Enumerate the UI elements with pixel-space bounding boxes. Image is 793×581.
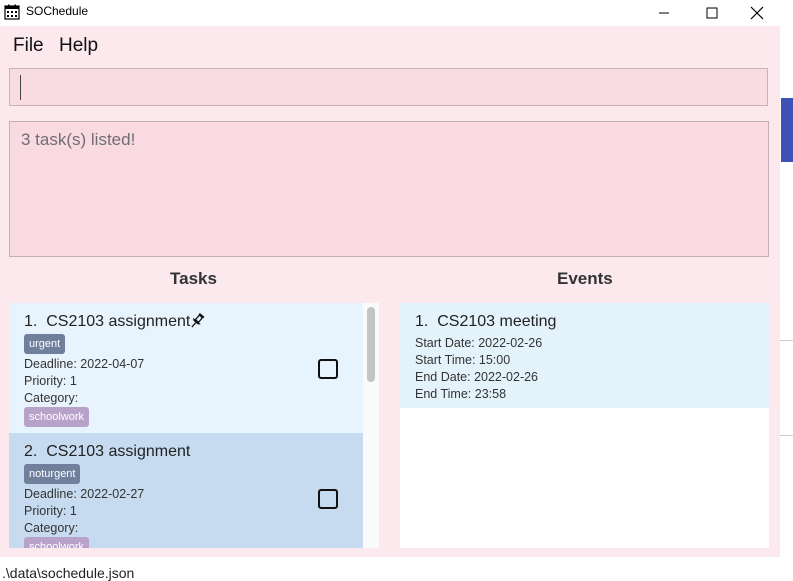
task-priority: Priority: 1	[24, 374, 77, 388]
close-icon	[750, 6, 764, 20]
divider	[780, 435, 793, 436]
event-index: 1.	[415, 313, 429, 330]
background-accent	[781, 98, 793, 162]
command-input[interactable]	[9, 68, 768, 106]
event-start-time: Start Time: 15:00	[415, 353, 511, 367]
task-complete-checkbox[interactable]	[318, 359, 338, 379]
result-text: 3 task(s) listed!	[21, 130, 136, 149]
event-name: CS2103 meeting	[437, 313, 557, 330]
task-category-label: Category:	[24, 521, 79, 535]
event-card[interactable]: 1. CS2103 meeting Start Date: 2022-02-26…	[400, 303, 769, 408]
task-deadline: Deadline: 2022-04-07	[24, 357, 145, 371]
window-title: SOChedule	[26, 4, 89, 18]
maximize-button[interactable]	[689, 0, 735, 26]
task-card[interactable]: 2. CS2103 assignment noturgent Deadline:…	[9, 433, 363, 548]
storage-path: .\data\sochedule.json	[2, 565, 135, 581]
text-caret	[20, 75, 21, 100]
category-tag: schoolwork	[24, 537, 90, 548]
task-category-label: Category:	[24, 391, 79, 405]
menu-file[interactable]: File	[13, 35, 44, 57]
divider	[780, 340, 793, 341]
task-priority: Priority: 1	[24, 504, 77, 518]
close-button[interactable]	[734, 0, 780, 26]
events-panel-title: Events	[557, 269, 613, 288]
minimize-icon	[659, 12, 669, 14]
task-card[interactable]: 1. CS2103 assignment urgent Deadline: 20…	[9, 303, 363, 433]
event-title: 1. CS2103 meeting	[415, 313, 556, 331]
scrollbar-thumb[interactable]	[367, 307, 375, 382]
calendar-icon	[4, 4, 20, 20]
minimize-button[interactable]	[641, 0, 687, 26]
task-complete-checkbox[interactable]	[318, 489, 338, 509]
event-start-date: Start Date: 2022-02-26	[415, 336, 543, 350]
task-name: CS2103 assignment	[46, 313, 191, 330]
task-index: 2.	[24, 443, 38, 460]
task-deadline: Deadline: 2022-02-27	[24, 487, 145, 501]
task-title: 2. CS2103 assignment	[24, 443, 190, 461]
pin-icon	[191, 312, 205, 328]
event-end-date: End Date: 2022-02-26	[415, 370, 539, 384]
event-end-time: End Time: 23:58	[415, 387, 507, 401]
priority-tag: noturgent	[24, 464, 81, 484]
menu-help[interactable]: Help	[59, 35, 98, 57]
task-index: 1.	[24, 313, 38, 330]
task-list[interactable]: 1. CS2103 assignment urgent Deadline: 20…	[9, 303, 379, 548]
priority-tag: urgent	[24, 334, 66, 354]
task-name: CS2103 assignment	[46, 443, 191, 460]
category-tag: schoolwork	[24, 407, 90, 427]
tasks-panel-title: Tasks	[170, 269, 217, 288]
event-list[interactable]: 1. CS2103 meeting Start Date: 2022-02-26…	[400, 303, 769, 548]
maximize-icon	[706, 7, 718, 19]
task-title: 1. CS2103 assignment	[24, 313, 190, 331]
